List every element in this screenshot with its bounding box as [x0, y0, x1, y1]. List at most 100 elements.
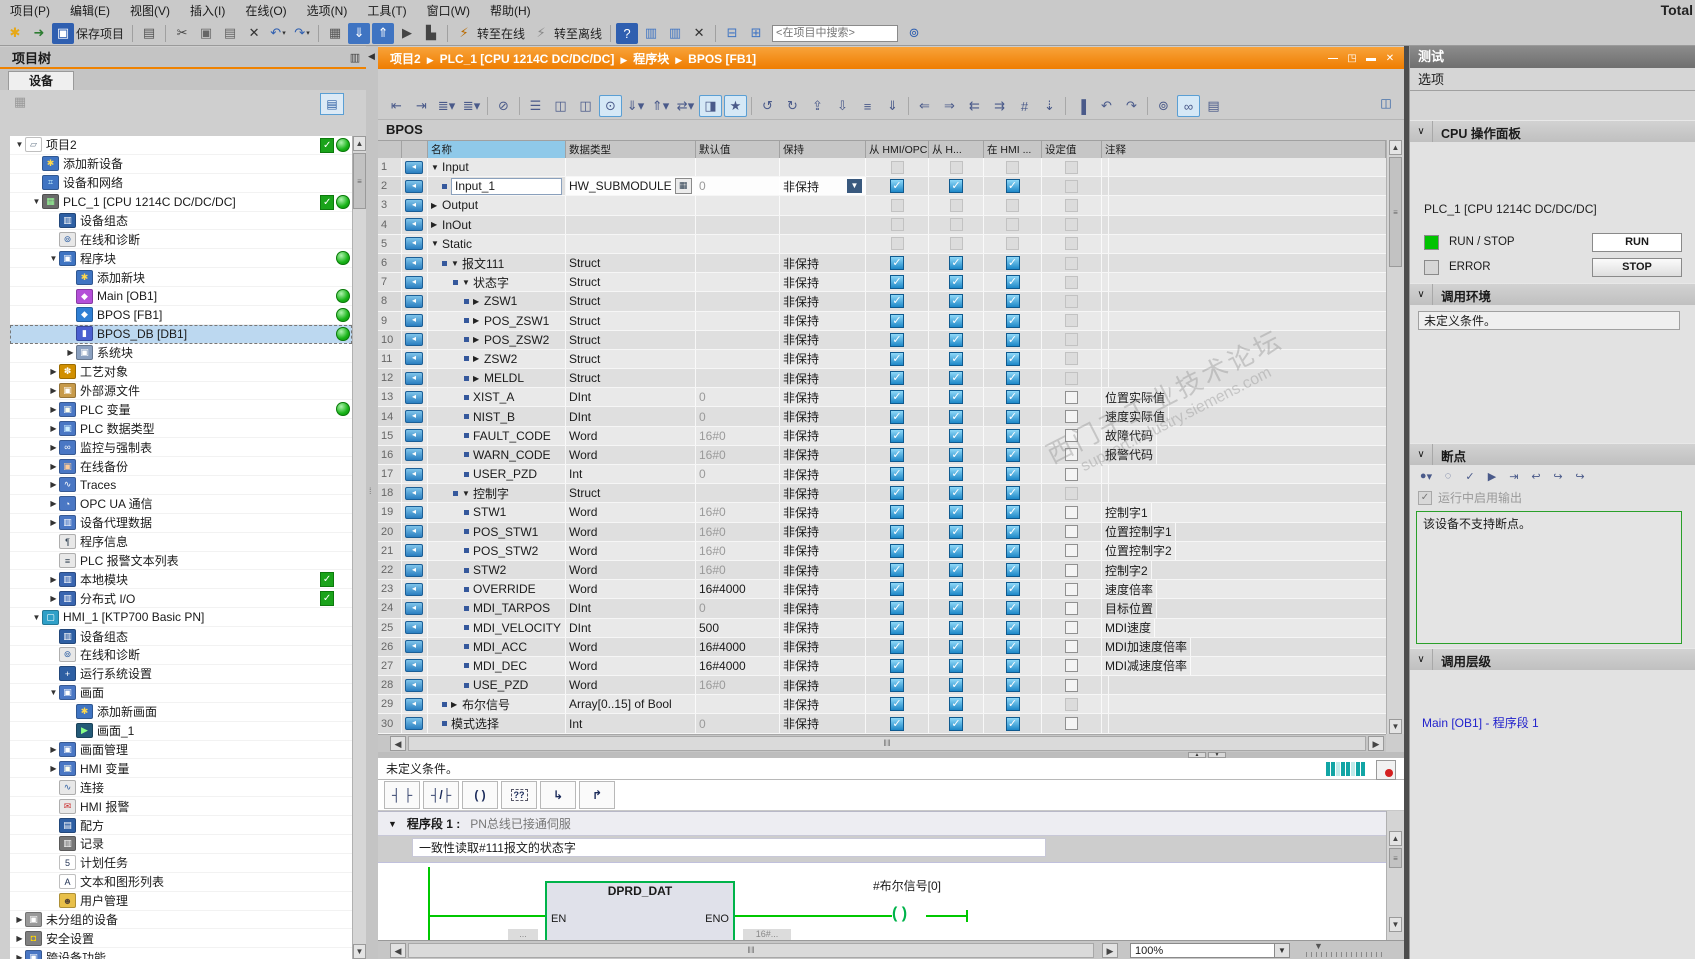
type-cell[interactable]: Word	[566, 580, 696, 599]
default-value-cell[interactable]: 500	[696, 618, 780, 637]
type-cell[interactable]: Word	[566, 637, 696, 656]
default-value-cell[interactable]	[696, 253, 780, 273]
in-hmi-checkbox[interactable]: ✓	[1005, 332, 1020, 347]
open-branch-icon[interactable]: ↳	[540, 781, 576, 809]
name-cell[interactable]: ▼ Static	[428, 234, 566, 253]
comment-cell[interactable]	[1102, 484, 1109, 503]
type-cell[interactable]: Struct	[566, 273, 696, 292]
name-cell[interactable]: POS_STW1	[428, 522, 566, 541]
update-interface-icon[interactable]: ↻	[781, 95, 804, 117]
project-search-input[interactable]	[772, 24, 899, 42]
copy-snapshot-icon[interactable]: ⇄ ▾	[674, 95, 697, 117]
default-value-cell[interactable]	[696, 695, 780, 714]
table-row-9[interactable]: 9 ◂ ▶ POS_ZSW1 Struct 非保持 ✓ ✓ ✓	[378, 311, 1386, 331]
breadcrumb-item-3[interactable]: BPOS [FB1]	[688, 52, 756, 66]
add-row-icon[interactable]: ≣ ▾	[435, 95, 458, 117]
table-row-19[interactable]: 19 ◂ STW1 Word 16#0 非保持 ✓ ✓ ✓ 控制字1	[378, 503, 1386, 523]
tree-item-设备组态[interactable]: ▥ 设备组态	[10, 212, 352, 231]
chevron-down-icon[interactable]: ∨	[1410, 121, 1433, 143]
in-hmi-checkbox[interactable]: ✓	[1005, 428, 1020, 443]
retain-cell[interactable]: 非保持	[780, 580, 866, 599]
tree-item-PLC 报警文本列表[interactable]: ≡ PLC 报警文本列表	[10, 552, 352, 571]
table-row-26[interactable]: 26 ◂ MDI_ACC Word 16#4000 非保持 ✓ ✓ ✓ MDI加速度倍率	[378, 637, 1386, 657]
from-hmi-checkbox[interactable]: ✓	[949, 601, 963, 616]
default-value-cell[interactable]	[696, 330, 780, 349]
accessible-devices-icon[interactable]: ?	[616, 22, 639, 44]
minimize-icon[interactable]: ―	[1325, 53, 1341, 64]
in-hmi-checkbox[interactable]: ✓	[1005, 409, 1020, 424]
search-in-project-icon[interactable]: ⊚	[903, 23, 925, 44]
menu-item-3[interactable]: 插入(I)	[180, 0, 235, 21]
column-header-3[interactable]: 保持	[780, 141, 866, 158]
retain-cell[interactable]: 非保持	[780, 445, 866, 464]
retain-cell[interactable]: 非保持	[780, 369, 866, 388]
table-row-30[interactable]: 30 ◂ 模式选择 Int 0 非保持 ✓ ✓ ✓	[378, 714, 1386, 734]
table-scroll-down-icon[interactable]: ▼	[1389, 719, 1402, 734]
retain-cell[interactable]	[780, 158, 866, 177]
coil-icon[interactable]: ( )	[462, 781, 498, 809]
table-row-25[interactable]: 25 ◂ MDI_VELOCITY DInt 500 非保持 ✓ ✓ ✓ MDI速度	[378, 618, 1386, 638]
expander-icon[interactable]: ▶	[14, 934, 25, 943]
in-hmi-checkbox[interactable]: ✓	[1005, 524, 1020, 539]
type-cell[interactable]	[566, 234, 696, 253]
table-row-18[interactable]: 18 ◂ ▼ 控制字 Struct 非保持 ✓ ✓ ✓	[378, 484, 1386, 504]
retain-cell[interactable]: 非保持	[780, 311, 866, 330]
comment-cell[interactable]	[1102, 330, 1109, 349]
default-value-cell[interactable]: 16#4000	[696, 637, 780, 656]
retain-cell[interactable]: 非保持	[780, 541, 866, 560]
table-row-21[interactable]: 21 ◂ POS_STW2 Word 16#0 非保持 ✓ ✓ ✓ 位置控制字2	[378, 541, 1386, 561]
remove-breakpoint-icon[interactable]: ◌	[1438, 467, 1458, 485]
in-hmi-checkbox[interactable]: ✓	[1005, 275, 1020, 290]
redo-icon[interactable]: ↷ ▾	[291, 23, 313, 44]
step-out-icon[interactable]: ↩	[1526, 467, 1546, 485]
expander-icon[interactable]: ▶	[48, 480, 59, 489]
row-expander-icon[interactable]: ▶	[451, 700, 462, 709]
retain-cell[interactable]: 非保持	[780, 349, 866, 369]
split-view-icon[interactable]: ◫	[549, 95, 572, 117]
delete-row-icon[interactable]: ⇥	[410, 95, 433, 117]
comment-cell[interactable]	[1102, 215, 1109, 234]
section-breakpoints[interactable]: ∨ 断点	[1410, 443, 1695, 467]
run-button[interactable]: RUN	[1592, 232, 1682, 252]
go-offline-icon[interactable]: ⚡	[530, 23, 552, 44]
tree-item-PLC 变量[interactable]: ▶ ▣ PLC 变量	[10, 400, 352, 420]
retain-cell[interactable]: 非保持 ▼	[780, 177, 866, 196]
network-header[interactable]: ▼ 程序段 1 : PN总线已接通伺服	[378, 811, 1404, 836]
hmi-opc-checkbox[interactable]: ✓	[890, 371, 904, 386]
name-cell[interactable]: ▶ MELDL	[428, 369, 566, 388]
expander-icon[interactable]: ▶	[65, 348, 76, 357]
tree-item-添加新设备[interactable]: ✱ 添加新设备	[10, 155, 352, 174]
copy-icon[interactable]: ▣	[195, 23, 217, 44]
default-value-cell[interactable]: 0	[696, 388, 780, 407]
name-cell[interactable]: MDI_ACC	[428, 637, 566, 656]
table-row-27[interactable]: 27 ◂ MDI_DEC Word 16#4000 非保持 ✓ ✓ ✓ MDI减速度倍率	[378, 656, 1386, 677]
name-cell[interactable]: STW2	[428, 560, 566, 580]
row-expander-icon[interactable]: ▶	[473, 354, 484, 363]
expander-icon[interactable]: ▶	[48, 424, 59, 433]
expander-icon[interactable]: ▶	[48, 386, 59, 395]
name-cell[interactable]: NIST_B	[428, 407, 566, 426]
expander-icon[interactable]: ▶	[48, 367, 59, 376]
in-hmi-checkbox[interactable]: ✓	[1005, 447, 1020, 462]
menu-item-8[interactable]: 帮助(H)	[480, 0, 541, 21]
coil-operand-label[interactable]: #布尔信号[0]	[873, 877, 941, 894]
coil-icon[interactable]: ( )	[892, 905, 907, 923]
step-icon[interactable]: ⇥	[1504, 467, 1524, 485]
type-cell[interactable]: Struct	[566, 330, 696, 349]
editor-layout-icon[interactable]: ◫	[1376, 96, 1396, 114]
name-cell[interactable]: ▶ POS_ZSW1	[428, 311, 566, 330]
comment-cell[interactable]: 位置控制字1	[1102, 522, 1176, 541]
table-row-14[interactable]: 14 ◂ NIST_B DInt 0 非保持 ✓ ✓ ✓ 速度实际值	[378, 407, 1386, 427]
tree-scroll-down-icon[interactable]: ▼	[353, 944, 366, 959]
expander-icon[interactable]: ▶	[48, 518, 59, 527]
program-vscrollbar[interactable]: ▲ ≡ ▼	[1386, 811, 1405, 940]
network-expander-icon[interactable]: ▼	[388, 819, 397, 829]
name-cell[interactable]: Input_1	[428, 177, 566, 196]
table-row-28[interactable]: 28 ◂ USE_PZD Word 16#0 非保持 ✓ ✓ ✓	[378, 676, 1386, 696]
empty-box-icon[interactable]: ??	[501, 781, 537, 809]
tree-item-HMI 变量[interactable]: ▶ ▣ HMI 变量	[10, 759, 352, 779]
row-expander-icon[interactable]: ▶	[431, 220, 442, 229]
row-expander-icon[interactable]: ▶	[473, 335, 484, 344]
in-hmi-checkbox[interactable]: ✓	[1005, 716, 1020, 731]
name-cell[interactable]: OVERRIDE	[428, 580, 566, 599]
